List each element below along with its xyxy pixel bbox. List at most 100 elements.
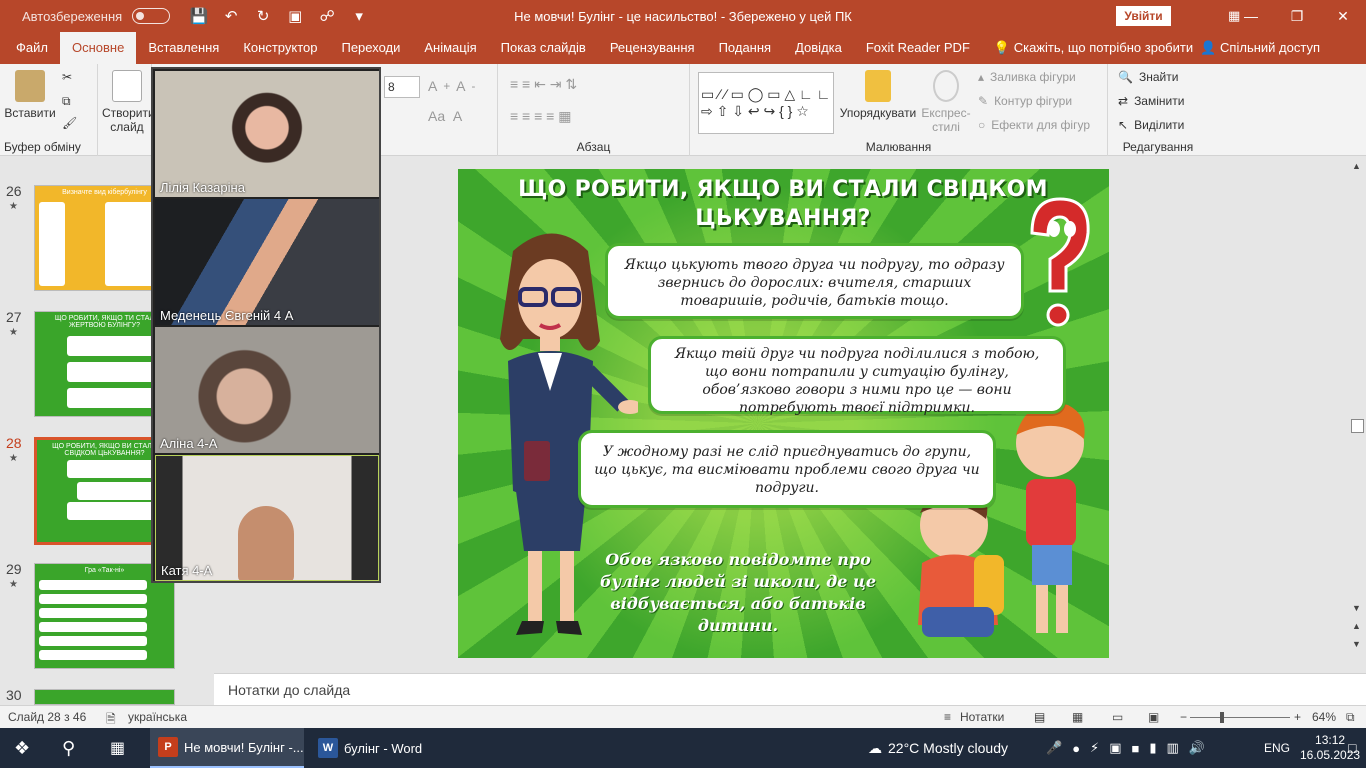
video-tile[interactable]: Лілія Казаріна bbox=[155, 71, 379, 197]
clock-time: 13:12 bbox=[1315, 733, 1346, 747]
new-slide-button[interactable]: Створити слайд bbox=[102, 70, 155, 134]
maximize-button[interactable]: ❐ bbox=[1274, 0, 1320, 32]
notes-pane[interactable]: Нотатки до слайда bbox=[214, 673, 1366, 705]
windows-start-icon[interactable]: ❖ bbox=[14, 728, 30, 768]
tab-animations[interactable]: Анімація bbox=[412, 32, 488, 64]
minimize-button[interactable]: — bbox=[1228, 0, 1274, 32]
quick-styles-button[interactable]: Експрес-стилі bbox=[916, 70, 976, 134]
effects-icon: ○ bbox=[978, 118, 986, 132]
slide-canvas[interactable]: ЩО РОБИТИ, ЯКЩО ВИ СТАЛИ СВІДКОМ ЦЬКУВАН… bbox=[458, 169, 1109, 658]
animation-star-icon: ★ bbox=[9, 201, 18, 212]
slide-thumbnail-30[interactable] bbox=[34, 689, 175, 705]
zoom-out-icon[interactable]: − bbox=[1180, 710, 1187, 724]
taskbar-powerpoint-label: Не мовчи! Булінг -... bbox=[184, 739, 304, 755]
tell-me-search[interactable]: 💡 Скажіть, що потрібно зробити bbox=[982, 32, 1205, 64]
scroll-thumb[interactable] bbox=[1351, 419, 1364, 433]
tab-insert[interactable]: Вставлення bbox=[136, 32, 231, 64]
taskbar-powerpoint[interactable]: P Не мовчи! Булінг -... bbox=[150, 728, 304, 768]
zoom-app-icon[interactable]: ● bbox=[1072, 741, 1080, 756]
zoom-slider[interactable] bbox=[1190, 717, 1290, 718]
next-slide-icon[interactable]: ▼ bbox=[1352, 639, 1361, 649]
tab-home[interactable]: Основне bbox=[59, 32, 137, 64]
redo-icon[interactable]: ↻ bbox=[248, 7, 278, 25]
volume-icon[interactable]: 🔊 bbox=[1189, 740, 1205, 756]
close-button[interactable]: ✕ bbox=[1320, 0, 1366, 32]
zoom-level[interactable]: 64% bbox=[1312, 710, 1336, 724]
previous-slide-icon[interactable]: ▲ bbox=[1352, 621, 1361, 631]
notes-toggle-icon[interactable]: ≡ bbox=[944, 710, 951, 724]
bullets-icon[interactable]: ≡ ≡ ⇤ ⇥ ⇅ bbox=[510, 76, 577, 93]
thumb-title: ЩО РОБИТИ, ЯКЩО ВИ СТАЛИ СВІДКОМ ЦЬКУВАН… bbox=[52, 443, 157, 457]
task-view-icon[interactable]: ▦ bbox=[110, 728, 125, 768]
zoom-in-icon[interactable]: + bbox=[1294, 710, 1301, 724]
weather-widget[interactable]: ☁ 22°C Mostly cloudy bbox=[868, 728, 1008, 768]
input-language[interactable]: ENG bbox=[1264, 728, 1290, 768]
save-icon[interactable]: 💾 bbox=[184, 7, 214, 25]
tab-transitions[interactable]: Переходи bbox=[329, 32, 412, 64]
tab-help[interactable]: Довідка bbox=[783, 32, 854, 64]
paint-bucket-icon: ▴ bbox=[978, 70, 985, 84]
touch-mode-icon[interactable]: ☍ bbox=[312, 7, 342, 25]
taskbar-word[interactable]: W булінг - Word bbox=[310, 728, 460, 768]
green-app-icon[interactable]: ■ bbox=[1131, 741, 1139, 756]
language-indicator[interactable]: українська bbox=[128, 710, 187, 724]
scroll-down-icon[interactable]: ▼ bbox=[1352, 603, 1361, 613]
ribbon-tabs: Файл Основне Вставлення Конструктор Пере… bbox=[0, 32, 1366, 64]
format-painter-icon[interactable]: 🖌 bbox=[62, 116, 77, 130]
find-button[interactable]: 🔍 Знайти bbox=[1118, 70, 1178, 84]
replace-button[interactable]: ⇄ Замінити bbox=[1118, 94, 1184, 108]
sign-in-button[interactable]: Увійти bbox=[1116, 6, 1171, 26]
paragraph-group: ≡ ≡ ⇤ ⇥ ⇅ ≡ ≡ ≡ ≡ ▦ Абзац bbox=[498, 64, 690, 156]
system-tray-icons: 🎤 ● ⚡ ▣ ■ ▮ ▥ 🔊 bbox=[1046, 728, 1205, 768]
zoom-slider-knob[interactable] bbox=[1220, 712, 1224, 723]
share-button[interactable]: 👤 Спільний доступ bbox=[1200, 32, 1320, 64]
clipboard-group-label: Буфер обміну bbox=[4, 140, 81, 154]
customize-qat-icon[interactable]: ▾ bbox=[344, 7, 374, 25]
tab-design[interactable]: Конструктор bbox=[231, 32, 329, 64]
shape-outline-button[interactable]: ✎ Контур фігури bbox=[978, 94, 1072, 108]
slide-title-line1: ЩО РОБИТИ, ЯКЩО ВИ СТАЛИ СВІДКОМ bbox=[518, 177, 1048, 202]
paste-button[interactable]: Вставити bbox=[4, 70, 56, 120]
battery-icon[interactable]: ▮ bbox=[1149, 740, 1156, 756]
tab-slideshow[interactable]: Показ слайдів bbox=[489, 32, 598, 64]
slide-scrollbar[interactable]: ▲ ▼ ▲ ▼ bbox=[1350, 157, 1366, 673]
shape-effects-button[interactable]: ○ Ефекти для фігур bbox=[978, 118, 1090, 132]
video-tile[interactable]: Катя 4-А bbox=[155, 455, 379, 581]
fit-to-window-icon[interactable]: ⧉ bbox=[1346, 710, 1355, 725]
undo-icon[interactable]: ↶ bbox=[216, 7, 246, 25]
autosave-toggle[interactable] bbox=[132, 8, 171, 24]
tab-file[interactable]: Файл bbox=[0, 32, 60, 64]
search-icon[interactable]: ⚲ bbox=[62, 728, 75, 768]
tab-view[interactable]: Подання bbox=[707, 32, 784, 64]
bubble-do-not-join: У жодному разі не слід приєднуватись до … bbox=[578, 430, 996, 508]
usb-icon[interactable]: ⚡ bbox=[1090, 740, 1099, 756]
copy-icon[interactable]: ⧉ bbox=[62, 94, 71, 109]
app-tray-icon[interactable]: ▣ bbox=[1109, 740, 1121, 756]
video-tile[interactable]: Меденець Євгеній 4 А bbox=[155, 199, 379, 325]
notifications-icon[interactable]: □ bbox=[1348, 728, 1356, 768]
shape-outline-label: Контур фігури bbox=[994, 94, 1073, 108]
tab-foxit[interactable]: Foxit Reader PDF bbox=[854, 32, 982, 64]
presenter-icon[interactable]: ▣ bbox=[280, 7, 310, 25]
microphone-icon[interactable]: 🎤 bbox=[1046, 740, 1062, 756]
select-button[interactable]: ↖ Виділити bbox=[1118, 118, 1184, 132]
align-icons[interactable]: ≡ ≡ ≡ ≡ ▦ bbox=[510, 108, 571, 125]
replace-label: Замінити bbox=[1134, 94, 1185, 108]
video-call-panel[interactable]: Лілія Казаріна Меденець Євгеній 4 А Алін… bbox=[151, 67, 381, 583]
increase-font-icon[interactable]: A + A- bbox=[428, 78, 475, 94]
shapes-gallery[interactable]: ▭ ∕ ∕ ▭ ◯ ▭ △ ∟ ∟ ⇨ ⇧ ⇩ ↩ ↪ { } ☆ bbox=[698, 72, 834, 134]
font-color-icon[interactable]: Aa A bbox=[428, 108, 462, 124]
network-icon[interactable]: ▥ bbox=[1167, 740, 1179, 756]
scroll-up-icon[interactable]: ▲ bbox=[1352, 161, 1361, 171]
cut-icon[interactable]: ✂ bbox=[62, 70, 72, 84]
slide-sorter-icon[interactable]: ▦ bbox=[1072, 710, 1083, 724]
arrange-button[interactable]: Упорядкувати bbox=[836, 70, 920, 120]
font-size-select[interactable]: 8 bbox=[384, 76, 420, 98]
notes-toggle[interactable]: Нотатки bbox=[960, 710, 1004, 724]
normal-view-icon[interactable]: ▤ bbox=[1034, 710, 1045, 724]
shape-fill-button[interactable]: ▴ Заливка фігури bbox=[978, 70, 1076, 84]
slideshow-icon[interactable]: ▣ bbox=[1148, 710, 1159, 724]
tab-review[interactable]: Рецензування bbox=[598, 32, 707, 64]
reading-view-icon[interactable]: ▭ bbox=[1112, 710, 1123, 724]
video-tile[interactable]: Аліна 4-А bbox=[155, 327, 379, 453]
